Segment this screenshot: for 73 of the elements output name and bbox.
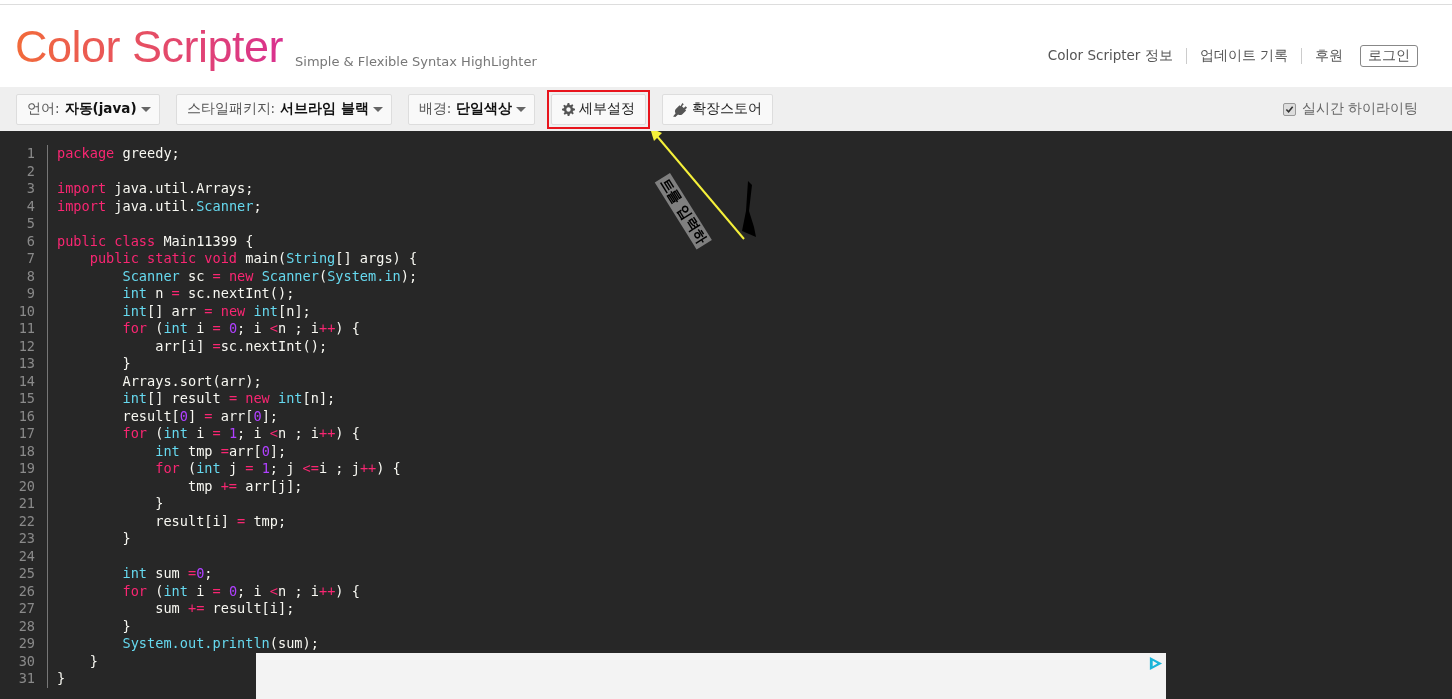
- code-line: int[] arr = new int[n];: [121, 302, 311, 320]
- code-line: package greedy;: [56, 145, 180, 163]
- line-number: 1: [0, 145, 48, 163]
- code-line: public static void main(String[] args) {: [88, 250, 418, 268]
- line-number: 22: [0, 512, 48, 530]
- code-line: int n = sc.nextInt();: [121, 285, 295, 303]
- code-line: int[] result = new int[n];: [121, 390, 336, 408]
- plug-icon: [673, 101, 689, 117]
- line-number: 24: [0, 547, 48, 565]
- tagline: Simple & Flexible Syntax HighLighter: [295, 54, 537, 69]
- line-number: 4: [0, 197, 48, 215]
- line-number: 31: [0, 670, 48, 688]
- code-line: }: [154, 495, 164, 513]
- code-line: public class Main11399 {: [56, 232, 254, 250]
- line-number: 15: [0, 390, 48, 408]
- store-button[interactable]: 확장스토어: [662, 93, 774, 125]
- dropdown[interactable]: 언어: 자동(java): [16, 93, 160, 125]
- nav-link[interactable]: 업데이트 기록: [1199, 47, 1288, 65]
- line-number: 6: [0, 232, 48, 250]
- line-number: 16: [0, 407, 48, 425]
- code-line: result[i] = tmp;: [154, 512, 287, 530]
- line-number: 9: [0, 285, 48, 303]
- code-line: import java.util.Scanner;: [56, 197, 262, 215]
- line-number: 8: [0, 267, 48, 285]
- code-line: import java.util.Arrays;: [56, 180, 254, 198]
- code-line: int tmp =arr[0];: [154, 442, 287, 460]
- line-number: 10: [0, 302, 48, 320]
- line-number: 3: [0, 180, 48, 198]
- line-number: 27: [0, 600, 48, 618]
- checkbox-label: 실시간 하이라이팅: [1301, 100, 1418, 118]
- code-line: sum += result[i];: [154, 600, 295, 618]
- line-number: 28: [0, 617, 48, 635]
- line-number: 20: [0, 477, 48, 495]
- nav-link[interactable]: 후원: [1315, 47, 1343, 65]
- line-number: 2: [0, 162, 48, 180]
- line-number: 5: [0, 215, 48, 233]
- nav-link[interactable]: Color Scripter 정보: [1047, 47, 1173, 65]
- code-line: System.out.println(sum);: [121, 635, 319, 653]
- code-line: for (int i = 0; i <n ; i++) {: [121, 320, 360, 338]
- code-line: }: [56, 670, 66, 688]
- line-number: 23: [0, 530, 48, 548]
- code-line: }: [121, 355, 131, 373]
- line-number: 17: [0, 425, 48, 443]
- code-line: Scanner sc = new Scanner(System.in);: [121, 267, 418, 285]
- code-line: for (int i = 0; i <n ; i++) {: [121, 582, 360, 600]
- line-number: 13: [0, 355, 48, 373]
- code-line: int sum =0;: [121, 565, 213, 583]
- line-number: 30: [0, 652, 48, 670]
- settings-icon: [562, 102, 576, 116]
- line-number: 21: [0, 495, 48, 513]
- code-line: result[0] = arr[0];: [121, 407, 278, 425]
- code-line: for (int i = 1; i <n ; i++) {: [121, 425, 360, 443]
- code-line: Arrays.sort(arr);: [121, 372, 262, 390]
- line-number: 29: [0, 635, 48, 653]
- line-number: 12: [0, 337, 48, 355]
- line-number: 14: [0, 372, 48, 390]
- line-number: 26: [0, 582, 48, 600]
- code-line: arr[i] =sc.nextInt();: [154, 337, 328, 355]
- code-line: tmp += arr[j];: [186, 477, 303, 495]
- line-number: 25: [0, 565, 48, 583]
- settings-button[interactable]: 세부설정: [551, 93, 647, 125]
- code-line: }: [88, 652, 98, 670]
- dropdown[interactable]: 스타일패키지: 서브라임 블랙: [175, 93, 392, 125]
- code-line: for (int j = 1; j <=i ; j++) {: [154, 460, 401, 478]
- login-button[interactable]: 로그인: [1360, 45, 1418, 67]
- code-line: }: [121, 530, 131, 548]
- line-number: 7: [0, 250, 48, 268]
- line-number: 11: [0, 320, 48, 338]
- dropdown[interactable]: 배경: 단일색상: [407, 93, 536, 125]
- code-line: }: [121, 617, 131, 635]
- line-number: 19: [0, 460, 48, 478]
- checkbox[interactable]: [1282, 102, 1296, 116]
- line-number: 18: [0, 442, 48, 460]
